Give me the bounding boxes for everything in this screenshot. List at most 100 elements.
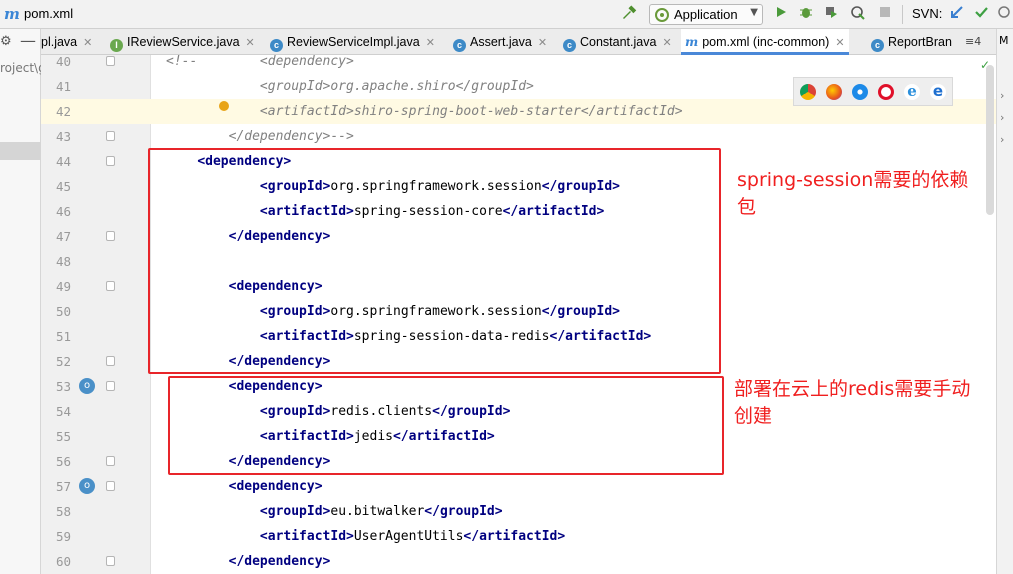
chevron-right-icon[interactable]: › (1000, 89, 1004, 102)
line-number: 42 (55, 104, 71, 119)
line-number: 57 (55, 479, 71, 494)
xml-tag: <dependency> (228, 479, 323, 494)
fold-marker-icon[interactable] (106, 381, 115, 391)
firefox-icon[interactable] (826, 84, 842, 100)
minimize-icon[interactable]: — (20, 31, 36, 50)
fold-marker-icon[interactable] (106, 556, 115, 566)
line-number: 45 (55, 179, 71, 194)
run-configuration-select[interactable]: Application ▼ (649, 4, 763, 25)
file-title: pom.xml (24, 6, 74, 21)
code-line[interactable]: 59 <artifactId>UserAgentUtils</artifactI… (41, 524, 996, 549)
close-icon[interactable]: ✕ (246, 37, 255, 49)
maven-m-icon: m (4, 5, 20, 23)
fold-marker-icon[interactable] (106, 281, 115, 291)
fold-marker-icon[interactable] (106, 231, 115, 241)
code-text: <artifactId>UserAgentUtils</artifactId> (166, 524, 565, 549)
profile-icon[interactable] (849, 5, 867, 23)
vertical-scrollbar[interactable] (984, 55, 996, 574)
code-text: <!-- <dependency> (166, 54, 354, 69)
xml-tag: <groupId> (259, 504, 331, 519)
scrollbar-thumb[interactable] (986, 65, 994, 215)
close-icon[interactable]: ✕ (83, 37, 92, 49)
line-number: 52 (55, 354, 71, 369)
annotation-box-spring-session (148, 148, 721, 374)
line-number: 59 (55, 529, 71, 544)
fold-marker-icon[interactable] (106, 456, 115, 466)
svn-commit-icon[interactable] (972, 5, 990, 23)
code-text: </dependency> (166, 549, 331, 574)
gear-icon[interactable]: ⚙ (0, 34, 12, 49)
line-number: 49 (55, 279, 71, 294)
tab-label: pom.xml (inc-common) (702, 35, 830, 49)
close-icon[interactable]: ✕ (835, 37, 844, 49)
chrome-icon[interactable] (800, 84, 816, 100)
close-icon[interactable]: ✕ (426, 37, 435, 49)
ie-icon[interactable]: e (904, 84, 920, 100)
line-number: 47 (55, 229, 71, 244)
line-number: 41 (55, 79, 71, 94)
line-number: 58 (55, 504, 71, 519)
close-icon[interactable]: ✕ (538, 37, 547, 49)
line-number: 50 (55, 304, 71, 319)
code-line[interactable]: 60 </dependency> (41, 549, 996, 574)
fold-marker-icon[interactable] (106, 481, 115, 491)
tab-label: Assert.java (470, 35, 532, 49)
code-text: </dependency>--> (166, 129, 354, 144)
tab-label: pl.java (41, 35, 78, 49)
line-number: 44 (55, 154, 71, 169)
chevron-right-icon[interactable]: › (1000, 133, 1004, 146)
chevron-down-icon: ▼ (750, 7, 758, 18)
safari-icon[interactable] (852, 84, 868, 100)
run-icon[interactable] (772, 5, 790, 23)
debug-icon[interactable] (797, 5, 815, 23)
browser-open-popup: e e (793, 77, 953, 106)
project-tree-item[interactable]: roject\g (0, 61, 41, 75)
annotation-note-line: 包 (737, 196, 757, 218)
opera-icon[interactable] (878, 84, 894, 100)
line-number: 43 (55, 129, 71, 144)
code-line[interactable]: 40 <!-- <dependency> (41, 49, 996, 74)
tabs-overflow-button[interactable]: ≡4 (965, 35, 981, 48)
edge-icon[interactable]: e (930, 84, 946, 100)
spring-boot-icon (654, 7, 670, 27)
annotation-note-spring-session: spring-session需要的依赖 包 (737, 167, 968, 221)
line-number: 40 (55, 54, 71, 69)
fold-marker-icon[interactable] (106, 131, 115, 141)
code-line[interactable]: 58 <groupId>eu.bitwalker</groupId> (41, 499, 996, 524)
xml-value: UserAgentUtils (353, 529, 464, 544)
xml-tag: <artifactId> (259, 529, 354, 544)
line-number: 55 (55, 429, 71, 444)
code-text: <groupId>eu.bitwalker</groupId> (166, 499, 503, 524)
coverage-icon[interactable] (822, 5, 840, 23)
xml-value: eu.bitwalker (330, 504, 425, 519)
stop-icon[interactable] (876, 5, 894, 23)
annotation-note-line: 部署在云上的redis需要手动 (734, 378, 971, 400)
xml-tag: </groupId> (424, 504, 503, 519)
title-toolbar: m pom.xml Application ▼ SVN: (0, 0, 1013, 29)
code-text: <groupId>org.apache.shiro</groupId> (166, 79, 534, 94)
fold-marker-icon[interactable] (106, 56, 115, 66)
fold-marker-icon[interactable] (106, 156, 115, 166)
code-line[interactable]: 43 </dependency>--> (41, 124, 996, 149)
maven-tool-label[interactable]: M (999, 34, 1009, 47)
line-number: 53 (55, 379, 71, 394)
svn-update-icon[interactable] (948, 5, 966, 23)
code-line[interactable]: 57 o <dependency> (41, 474, 996, 499)
overridden-dependency-icon[interactable]: o (79, 378, 95, 394)
close-icon[interactable]: ✕ (662, 37, 671, 49)
project-panel: ⚙ — roject\g (0, 29, 41, 574)
hammer-icon[interactable] (620, 5, 638, 23)
line-number: 56 (55, 454, 71, 469)
chevron-right-icon[interactable]: › (1000, 111, 1004, 124)
xml-tag: </artifactId> (463, 529, 566, 544)
right-tool-strip: M › › › (996, 29, 1013, 574)
project-tree-selected-row[interactable] (0, 142, 41, 160)
line-number: 48 (55, 254, 71, 269)
overridden-dependency-icon[interactable]: o (79, 478, 95, 494)
svn-history-icon[interactable] (995, 5, 1013, 23)
fold-marker-icon[interactable] (106, 356, 115, 366)
